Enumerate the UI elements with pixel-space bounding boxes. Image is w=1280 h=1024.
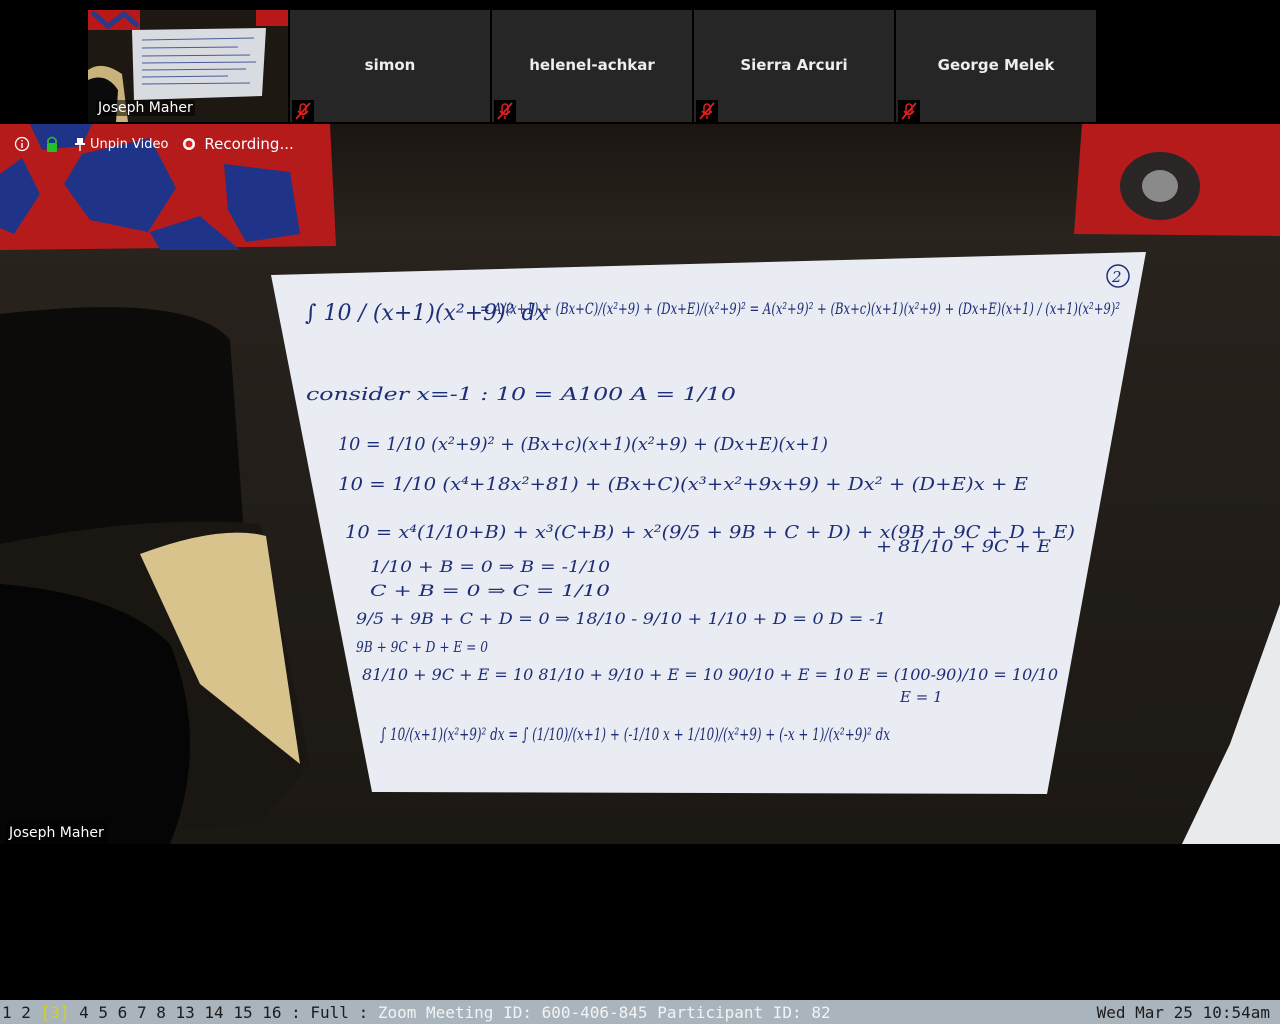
workspace-1[interactable]: 1: [2, 1003, 21, 1022]
self-view-thumbnail[interactable]: Joseph Maher: [88, 10, 288, 122]
mic-muted-icon: [696, 100, 718, 122]
video-toolbar: Unpin Video Recording...: [0, 124, 330, 164]
participant-tile-helenel-achkar[interactable]: helenel-achkar: [492, 10, 692, 122]
participant-name: Sierra Arcuri: [740, 56, 848, 74]
recording-indicator[interactable]: Recording...: [182, 135, 294, 153]
main-video-speaker-name: Joseph Maher: [5, 823, 108, 843]
info-button[interactable]: [14, 136, 30, 152]
eq-final-integral: ∫ 10/(x+1)(x²+9)² dx = ∫ (1/10)/(x+1) + …: [380, 725, 890, 745]
participant-tile-sierra-arcuri[interactable]: Sierra Arcuri: [694, 10, 894, 122]
workspace-3-active[interactable]: [3]: [41, 1003, 80, 1022]
workspace-16[interactable]: 16: [262, 1003, 291, 1022]
unpin-video-label: Unpin Video: [90, 136, 169, 152]
eq-solve-b: 1/10 + B = 0 ⇒ B = -1/10: [370, 557, 610, 576]
mic-muted-icon: [292, 100, 314, 122]
workspace-2[interactable]: 2: [21, 1003, 40, 1022]
window-title: Zoom Meeting ID: 600-406-845 Participant…: [377, 1002, 831, 1022]
unpin-video-button[interactable]: Unpin Video: [74, 136, 168, 152]
page-number: 2: [1111, 268, 1122, 286]
status-bar: 1 2 [3] 4 5 6 7 8 13 14 15 16 : Full : Z…: [0, 1000, 1280, 1024]
eq-solve-e: 81/10 + 9C + E = 10 81/10 + 9/10 + E = 1…: [362, 665, 1058, 684]
eq-partial-fractions: = A/(x+1) + (Bx+C)/(x²+9) + (Dx+E)/(x²+9…: [480, 299, 1120, 318]
clock: Wed Mar 25 10:54am: [1096, 1002, 1270, 1022]
workspace-5[interactable]: 5: [98, 1003, 117, 1022]
participant-name: George Melek: [937, 56, 1055, 74]
eq-consider-line: consider x=-1 : 10 = A100 A = 1/10: [306, 384, 736, 405]
workspace-14[interactable]: 14: [204, 1003, 233, 1022]
workspace-15[interactable]: 15: [233, 1003, 262, 1022]
eq-solve-d: 9/5 + 9B + C + D = 0 ⇒ 18/10 - 9/10 + 1/…: [356, 609, 886, 628]
participant-tile-simon[interactable]: simon: [290, 10, 490, 122]
record-icon: [183, 138, 196, 150]
whiteboard-writing: ∫ 10 / (x+1)(x²+9)² dx = A/(x+1) + (Bx+C…: [305, 264, 1130, 745]
eq-expand-2: 10 = 1/10 (x⁴+18x²+81) + (Bx+C)(x³+x²+9x…: [338, 474, 1028, 495]
eq-expand-1: 10 = 1/10 (x²+9)² + (Bx+c)(x+1)(x²+9) + …: [338, 434, 828, 455]
pin-icon: [75, 138, 85, 151]
participant-tile-george-melek[interactable]: George Melek: [896, 10, 1096, 122]
participant-name: helenel-achkar: [529, 56, 655, 74]
workspace-13[interactable]: 13: [176, 1003, 205, 1022]
participant-name: simon: [364, 56, 416, 74]
info-icon: [14, 136, 30, 152]
self-view-name: Joseph Maher: [96, 100, 195, 116]
eq-collect-terms-cont: + 81/10 + 9C + E: [876, 537, 1052, 557]
recording-label: Recording...: [204, 135, 294, 153]
workspace-4[interactable]: 4: [79, 1003, 98, 1022]
workspace-6[interactable]: 6: [118, 1003, 137, 1022]
encryption-lock-button[interactable]: [44, 135, 60, 153]
layout-mode: : Full :: [291, 1002, 369, 1022]
eq-solve-c: C + B = 0 ⇒ C = 1/10: [370, 581, 610, 600]
mic-muted-icon: [898, 100, 920, 122]
lock-icon: [47, 136, 57, 152]
eq-e-result: E = 1: [899, 688, 943, 706]
workspace-8[interactable]: 8: [156, 1003, 175, 1022]
mic-muted-icon: [494, 100, 516, 122]
eq-coeff-x: 9B + 9C + D + E = 0: [356, 638, 488, 656]
workspace-7[interactable]: 7: [137, 1003, 156, 1022]
